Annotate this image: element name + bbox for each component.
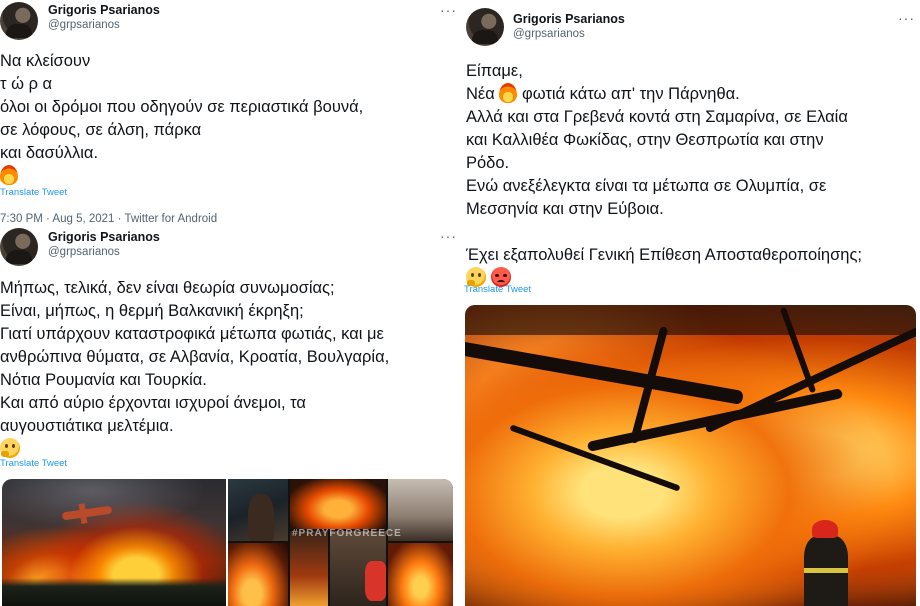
translate-tweet-link[interactable]: Translate Tweet: [0, 187, 67, 198]
tweet-line: ανθρώπινα θύματα, σε Αλβανία, Κροατία, Β…: [0, 348, 390, 366]
author-name[interactable]: Grigoris Psarianos: [48, 230, 160, 244]
collage-photo[interactable]: [228, 479, 453, 606]
author-handle[interactable]: @grpsarianos: [513, 28, 585, 40]
translate-tweet-link[interactable]: Translate Tweet: [464, 284, 531, 295]
firefighter-figure: [800, 520, 852, 606]
tweet-line: και δασύλλια.: [0, 144, 99, 162]
tweet-line: Έχει εξαπολυθεί Γενική Επίθεση Αποσταθερ…: [466, 246, 862, 264]
tweet-card-1[interactable]: Grigoris Psarianos @grpsarianos ··· Να κ…: [0, 0, 460, 228]
translate-tweet-link[interactable]: Translate Tweet: [0, 458, 67, 469]
image-watermark: #PRAYFORGREECE: [292, 528, 402, 539]
tweet-line: Γιατί υπάρχουν καταστροφικά μέτωπα φωτιά…: [0, 325, 384, 343]
more-options-icon[interactable]: ···: [440, 2, 457, 18]
author-avatar[interactable]: [466, 8, 504, 46]
tweet-text: Είπαμε, Νέα φωτιά κάτω απ' την Πάρνηθα. …: [466, 60, 862, 290]
tweet-card-2[interactable]: Grigoris Psarianos @grpsarianos ··· Μήπω…: [0, 228, 460, 606]
author-handle[interactable]: @grpsarianos: [48, 246, 120, 258]
tweet-line: αυγουστιάτικα μελτέμια.: [0, 417, 174, 435]
tweet-line: και Καλλιθέα Φωκίδας, στην Θεσπρωτία και…: [466, 131, 824, 149]
tweet-text: Μήπως, τελικά, δεν είναι θεωρία συνωμοσί…: [0, 277, 389, 461]
tweet-line: Ρόδο.: [466, 154, 510, 172]
tweet-line: φωτιά κάτω απ' την Πάρνηθα.: [522, 85, 740, 103]
tweet-line: Ενώ ανεξέλεγκτα είναι τα μέτωπα σε Ολυμπ…: [466, 177, 827, 195]
more-options-icon[interactable]: ···: [440, 228, 457, 244]
tweet-line: σε λόφους, σε άλση, πάρκα: [0, 121, 202, 139]
author-name[interactable]: Grigoris Psarianos: [48, 3, 160, 17]
author-name[interactable]: Grigoris Psarianos: [513, 12, 625, 26]
more-options-icon[interactable]: ···: [898, 10, 915, 26]
tweet-line: Μήπως, τελικά, δεν είναι θεωρία συνωμοσί…: [0, 279, 335, 297]
tweet-line: Νέα: [466, 85, 495, 103]
fire-emoji-icon: [499, 83, 518, 103]
author-avatar[interactable]: [0, 228, 38, 266]
tweet-line: τ ώ ρ α: [0, 75, 53, 93]
tweet-timestamp[interactable]: 7:30 PM · Aug 5, 2021 · Twitter for Andr…: [0, 213, 217, 225]
author-handle[interactable]: @grpsarianos: [48, 19, 120, 31]
fire-emoji-icon: [0, 165, 18, 185]
tweet-media-grid[interactable]: [2, 479, 453, 606]
author-avatar[interactable]: [0, 2, 38, 40]
thinking-face-emoji-icon: [0, 438, 20, 458]
tweet-line: Και από αύριο έρχονται ισχυροί άνεμοι, τ…: [0, 394, 306, 412]
wildfire-plane-photo[interactable]: [2, 479, 226, 606]
tweet-line: Αλλά και στα Γρεβενά κοντά στη Σαμαρίνα,…: [466, 108, 848, 126]
tweet-line: Να κλείσουν: [0, 52, 91, 70]
tweet-line: Είναι, μήπως, η θερμή Βαλκανική έκρηξη;: [0, 302, 304, 320]
tweet-line: Μεσσηνία και στην Εύβοια.: [466, 200, 664, 218]
tweet-line: όλοι οι δρόμοι που οδηγούν σε περιαστικά…: [0, 98, 364, 116]
tweet-line: Νότια Ρουμανία και Τουρκία.: [0, 371, 207, 389]
tweet-text: Να κλείσουν τ ώ ρ α όλοι οι δρόμοι που ο…: [0, 50, 363, 188]
tweet-line: Είπαμε,: [466, 62, 523, 80]
